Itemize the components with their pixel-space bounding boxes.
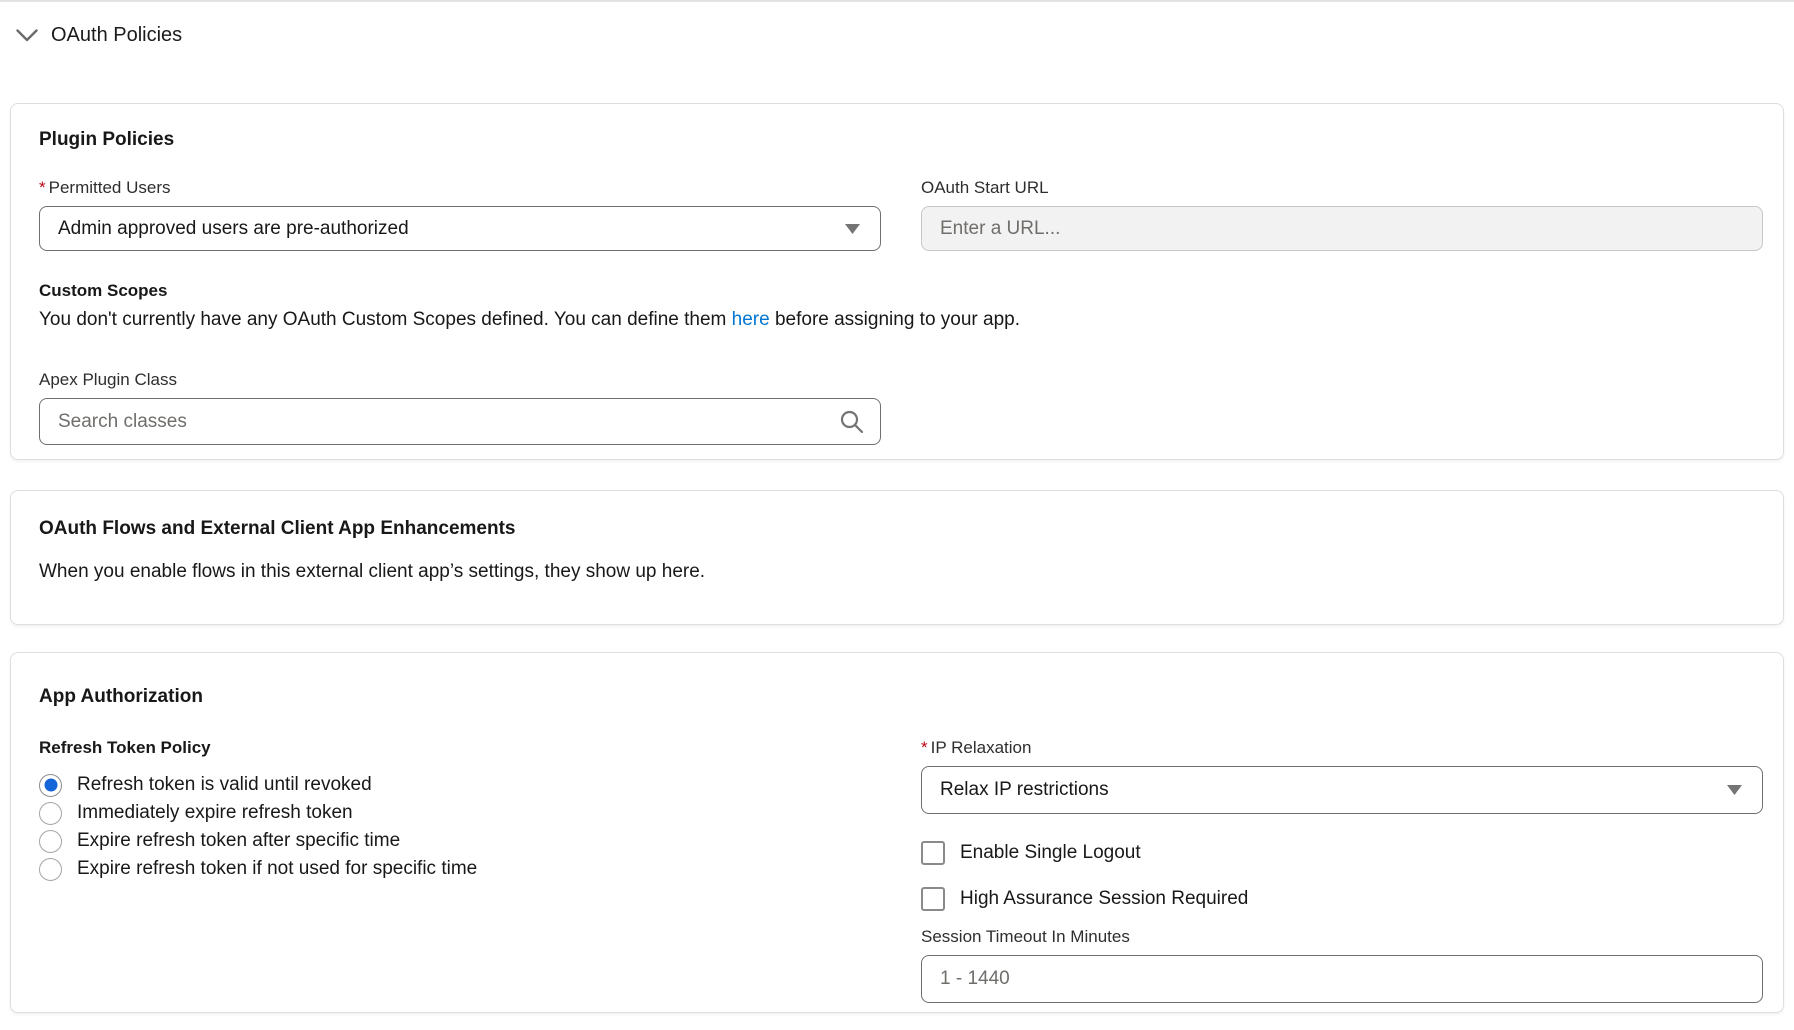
here-link[interactable]: here bbox=[732, 309, 770, 330]
ip-relaxation-select[interactable]: Relax IP restrictions bbox=[921, 766, 1763, 814]
custom-scopes-text: You don't currently have any OAuth Custo… bbox=[39, 308, 1763, 332]
ip-relaxation-label: *IP Relaxation bbox=[921, 738, 1763, 758]
apex-plugin-class-field bbox=[39, 398, 881, 445]
radio-option-immediately-expire[interactable]: Immediately expire refresh token bbox=[39, 799, 881, 827]
radio-unselected[interactable] bbox=[39, 858, 62, 881]
oauth-start-url-input[interactable] bbox=[921, 206, 1763, 251]
permitted-users-value: Admin approved users are pre-authorized bbox=[58, 218, 409, 240]
high-assurance-session-checkbox[interactable] bbox=[921, 887, 945, 911]
section-title[interactable]: OAuth Policies bbox=[51, 24, 182, 47]
oauth-flows-heading: OAuth Flows and External Client App Enha… bbox=[39, 518, 1755, 540]
dropdown-arrow-icon bbox=[845, 224, 860, 234]
plugin-policies-card: Plugin Policies *Permitted Users Admin a… bbox=[10, 103, 1784, 460]
custom-scopes-label: Custom Scopes bbox=[39, 281, 167, 300]
chevron-down-icon[interactable] bbox=[16, 29, 38, 42]
radio-option-expire-if-not-used[interactable]: Expire refresh token if not used for spe… bbox=[39, 855, 881, 883]
permitted-users-select[interactable]: Admin approved users are pre-authorized bbox=[39, 206, 881, 251]
radio-unselected[interactable] bbox=[39, 802, 62, 825]
radio-selected[interactable] bbox=[39, 774, 62, 797]
refresh-token-policy-label: Refresh Token Policy bbox=[39, 738, 211, 757]
session-timeout-input[interactable] bbox=[921, 955, 1763, 1003]
permitted-users-label: *Permitted Users bbox=[39, 178, 881, 198]
app-authorization-heading: App Authorization bbox=[39, 686, 1763, 708]
refresh-token-policy-field: Refresh Token Policy Refresh token is va… bbox=[39, 738, 881, 1003]
radio-option-valid-until-revoked[interactable]: Refresh token is valid until revoked bbox=[39, 771, 881, 799]
oauth-policies-section-header[interactable]: OAuth Policies bbox=[16, 24, 182, 47]
app-authorization-card: App Authorization Refresh Token Policy R… bbox=[10, 652, 1784, 1013]
permitted-users-field: *Permitted Users Admin approved users ar… bbox=[39, 178, 881, 251]
dropdown-arrow-icon bbox=[1727, 785, 1742, 795]
radio-unselected[interactable] bbox=[39, 830, 62, 853]
oauth-flows-body: When you enable flows in this external c… bbox=[39, 561, 1755, 583]
app-authorization-right-column: *IP Relaxation Relax IP restrictions Ena… bbox=[921, 738, 1763, 1003]
radio-option-expire-after-time[interactable]: Expire refresh token after specific time bbox=[39, 827, 881, 855]
enable-single-logout-row[interactable]: Enable Single Logout bbox=[921, 840, 1763, 865]
oauth-start-url-label: OAuth Start URL bbox=[921, 178, 1763, 198]
ip-relaxation-value: Relax IP restrictions bbox=[940, 779, 1109, 801]
required-asterisk: * bbox=[921, 738, 928, 757]
high-assurance-session-row[interactable]: High Assurance Session Required bbox=[921, 886, 1763, 911]
apex-plugin-class-label: Apex Plugin Class bbox=[39, 370, 1763, 390]
refresh-token-policy-options: Refresh token is valid until revoked Imm… bbox=[39, 771, 881, 883]
required-asterisk: * bbox=[39, 178, 46, 197]
oauth-flows-card: OAuth Flows and External Client App Enha… bbox=[10, 490, 1784, 625]
oauth-start-url-field: OAuth Start URL bbox=[921, 178, 1763, 251]
plugin-policies-heading: Plugin Policies bbox=[39, 129, 1763, 151]
apex-plugin-class-search-input[interactable] bbox=[39, 398, 881, 445]
session-timeout-label: Session Timeout In Minutes bbox=[921, 927, 1763, 947]
enable-single-logout-checkbox[interactable] bbox=[921, 841, 945, 865]
top-divider bbox=[0, 0, 1794, 2]
